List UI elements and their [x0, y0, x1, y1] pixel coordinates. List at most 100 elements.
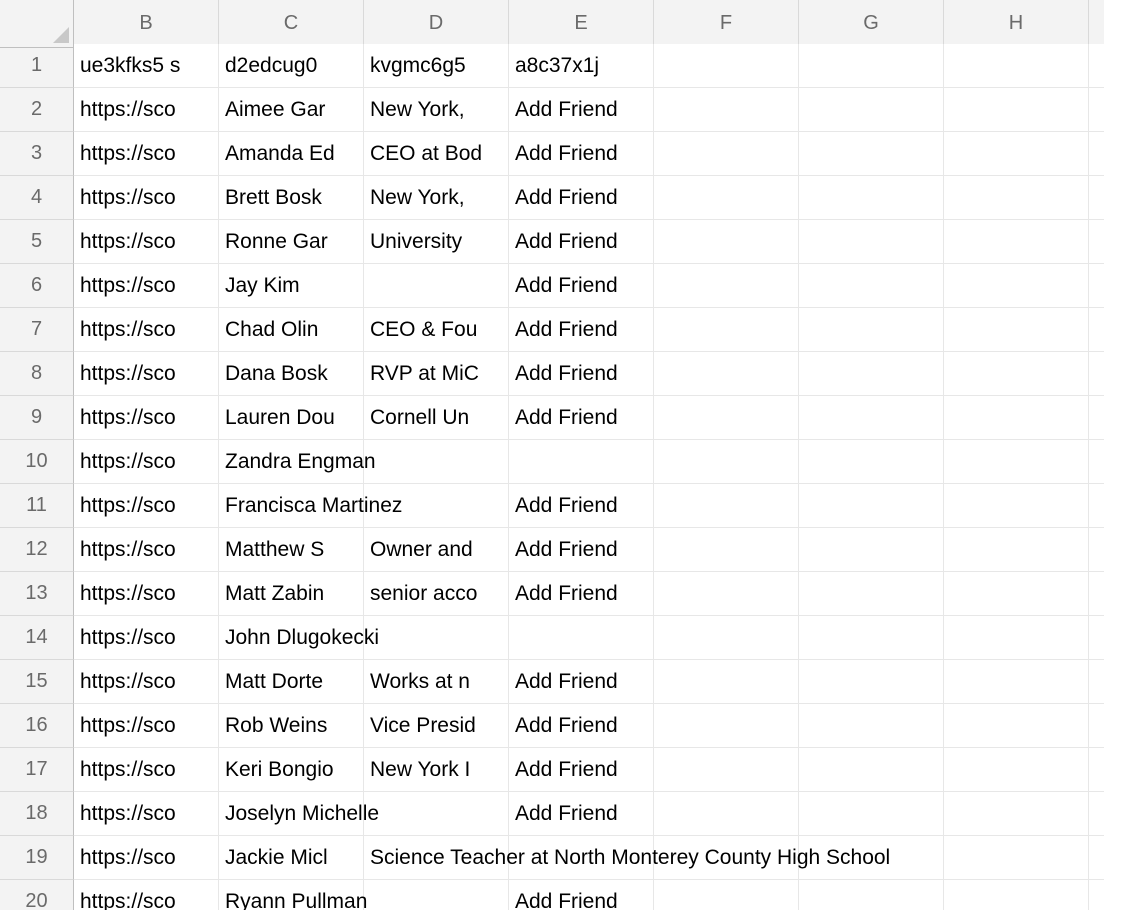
cell-B9[interactable]: https://sco — [74, 396, 219, 440]
cell-H12[interactable] — [944, 528, 1089, 572]
cell-D2[interactable]: New York, — [364, 88, 509, 132]
cell-C11[interactable]: Francisca Martinez — [219, 484, 364, 528]
cell-E12[interactable]: Add Friend — [509, 528, 654, 572]
row-header-9[interactable]: 9 — [0, 396, 74, 440]
row-header-19[interactable]: 19 — [0, 836, 74, 880]
cell-H10[interactable] — [944, 440, 1089, 484]
cell-E15[interactable]: Add Friend — [509, 660, 654, 704]
cell-B15[interactable]: https://sco — [74, 660, 219, 704]
cell-F17[interactable] — [654, 748, 799, 792]
cell-D3[interactable]: CEO at Bod — [364, 132, 509, 176]
cell-H11[interactable] — [944, 484, 1089, 528]
cell-C8[interactable]: Dana Bosk — [219, 352, 364, 396]
cell-C10[interactable]: Zandra Engman — [219, 440, 364, 484]
cell-F5[interactable] — [654, 220, 799, 264]
cell-B2[interactable]: https://sco — [74, 88, 219, 132]
row-header-10[interactable]: 10 — [0, 440, 74, 484]
cell-C18[interactable]: Joselyn Michelle — [219, 792, 364, 836]
cell-D7[interactable]: CEO & Fou — [364, 308, 509, 352]
row-header-13[interactable]: 13 — [0, 572, 74, 616]
cell-B4[interactable]: https://sco — [74, 176, 219, 220]
cell-G17[interactable] — [799, 748, 944, 792]
cell-H20[interactable] — [944, 880, 1089, 910]
cell-E14[interactable] — [509, 616, 654, 660]
cell-F1[interactable] — [654, 44, 799, 88]
cell-G4[interactable] — [799, 176, 944, 220]
cell-C4[interactable]: Brett Bosk — [219, 176, 364, 220]
cell-H2[interactable] — [944, 88, 1089, 132]
row-header-11[interactable]: 11 — [0, 484, 74, 528]
row-header-16[interactable]: 16 — [0, 704, 74, 748]
cell-D12[interactable]: Owner and — [364, 528, 509, 572]
cell-F10[interactable] — [654, 440, 799, 484]
cell-H16[interactable] — [944, 704, 1089, 748]
cell-B5[interactable]: https://sco — [74, 220, 219, 264]
cell-D14[interactable] — [364, 616, 509, 660]
cell-B7[interactable]: https://sco — [74, 308, 219, 352]
cell-F3[interactable] — [654, 132, 799, 176]
cell-H6[interactable] — [944, 264, 1089, 308]
cell-E2[interactable]: Add Friend — [509, 88, 654, 132]
row-header-7[interactable]: 7 — [0, 308, 74, 352]
cell-F11[interactable] — [654, 484, 799, 528]
cell-E17[interactable]: Add Friend — [509, 748, 654, 792]
cell-E10[interactable] — [509, 440, 654, 484]
cell-H4[interactable] — [944, 176, 1089, 220]
cell-C1[interactable]: d2edcug0 — [219, 44, 364, 88]
cell-B14[interactable]: https://sco — [74, 616, 219, 660]
column-header-F[interactable]: F — [654, 0, 799, 48]
cell-E11[interactable]: Add Friend — [509, 484, 654, 528]
cell-G13[interactable] — [799, 572, 944, 616]
cell-D17[interactable]: New York I — [364, 748, 509, 792]
cell-C12[interactable]: Matthew S — [219, 528, 364, 572]
cell-B10[interactable]: https://sco — [74, 440, 219, 484]
cell-F7[interactable] — [654, 308, 799, 352]
cell-C14[interactable]: John Dlugokecki — [219, 616, 364, 660]
cell-B19[interactable]: https://sco — [74, 836, 219, 880]
cell-E9[interactable]: Add Friend — [509, 396, 654, 440]
cell-D9[interactable]: Cornell Un — [364, 396, 509, 440]
cell-H18[interactable] — [944, 792, 1089, 836]
row-header-17[interactable]: 17 — [0, 748, 74, 792]
row-header-4[interactable]: 4 — [0, 176, 74, 220]
cell-E8[interactable]: Add Friend — [509, 352, 654, 396]
cell-H19[interactable] — [944, 836, 1089, 880]
cell-G1[interactable] — [799, 44, 944, 88]
cell-G14[interactable] — [799, 616, 944, 660]
cell-E20[interactable]: Add Friend — [509, 880, 654, 910]
row-header-14[interactable]: 14 — [0, 616, 74, 660]
cell-E18[interactable]: Add Friend — [509, 792, 654, 836]
cell-G10[interactable] — [799, 440, 944, 484]
cell-G3[interactable] — [799, 132, 944, 176]
cell-H5[interactable] — [944, 220, 1089, 264]
cell-G8[interactable] — [799, 352, 944, 396]
cell-G15[interactable] — [799, 660, 944, 704]
cell-B1[interactable]: ue3kfks5 s — [74, 44, 219, 88]
cell-D8[interactable]: RVP at MiC — [364, 352, 509, 396]
column-header-B[interactable]: B — [74, 0, 219, 48]
column-header-G[interactable]: G — [799, 0, 944, 48]
cell-G6[interactable] — [799, 264, 944, 308]
cell-D15[interactable]: Works at n — [364, 660, 509, 704]
cell-E7[interactable]: Add Friend — [509, 308, 654, 352]
row-header-8[interactable]: 8 — [0, 352, 74, 396]
cell-C7[interactable]: Chad Olin — [219, 308, 364, 352]
row-header-5[interactable]: 5 — [0, 220, 74, 264]
cell-B17[interactable]: https://sco — [74, 748, 219, 792]
cell-E13[interactable]: Add Friend — [509, 572, 654, 616]
cell-C9[interactable]: Lauren Dou — [219, 396, 364, 440]
cell-H9[interactable] — [944, 396, 1089, 440]
cell-H13[interactable] — [944, 572, 1089, 616]
cell-C5[interactable]: Ronne Gar — [219, 220, 364, 264]
cell-D20[interactable] — [364, 880, 509, 910]
cell-D10[interactable] — [364, 440, 509, 484]
cell-E1[interactable]: a8c37x1j — [509, 44, 654, 88]
cell-H8[interactable] — [944, 352, 1089, 396]
cell-G5[interactable] — [799, 220, 944, 264]
cell-G9[interactable] — [799, 396, 944, 440]
cell-F20[interactable] — [654, 880, 799, 910]
cell-F18[interactable] — [654, 792, 799, 836]
cell-E16[interactable]: Add Friend — [509, 704, 654, 748]
cell-D19[interactable]: Science Teacher at North Monterey County… — [364, 836, 509, 880]
cell-F8[interactable] — [654, 352, 799, 396]
